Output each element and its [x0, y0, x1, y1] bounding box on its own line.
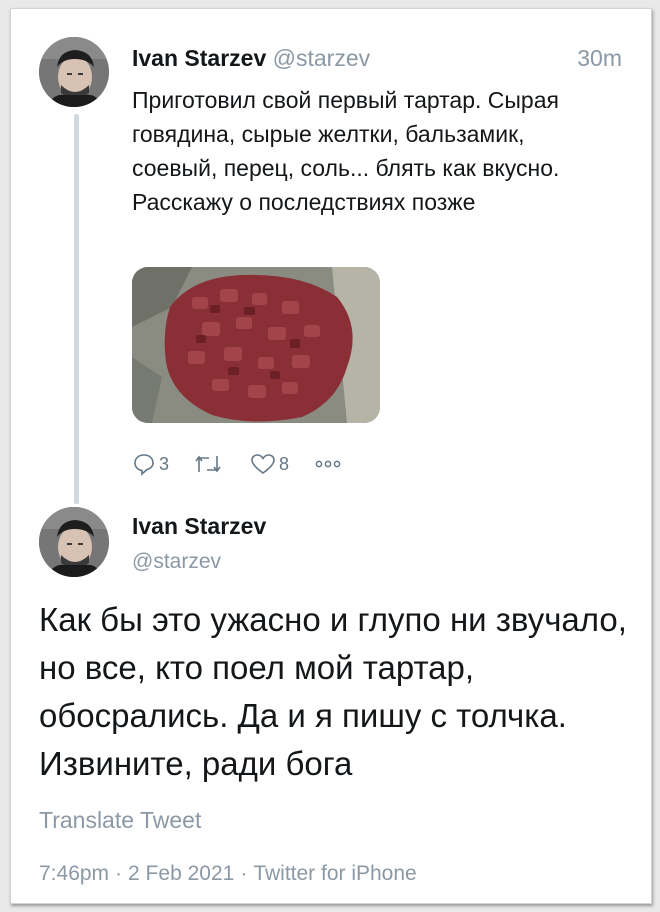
thread-connector-line	[74, 114, 79, 504]
reply-button[interactable]: 3	[132, 452, 169, 476]
tweet-text: Как бы это ужасно и глупо ни звучало, но…	[39, 601, 627, 782]
tweet-metadata: 7:46pm · 2 Feb 2021 · Twitter for iPhone	[39, 860, 417, 888]
avatar[interactable]	[39, 507, 109, 577]
tweet-thread-card: Ivan Starzev @starzev 30m Приготовил сво…	[10, 8, 652, 904]
more-button[interactable]	[313, 452, 343, 476]
author-name[interactable]: Ivan Starzev	[132, 45, 266, 71]
tweet-header: Ivan Starzev @starzev 30m	[132, 43, 622, 73]
tweet-timestamp[interactable]: 30m	[577, 43, 622, 73]
tweet-time[interactable]: 7:46pm	[39, 862, 109, 885]
more-icon	[315, 460, 341, 468]
translate-tweet-link[interactable]: Translate Tweet	[39, 805, 201, 835]
tweet-source[interactable]: Twitter for iPhone	[253, 862, 416, 885]
retweet-button[interactable]	[193, 452, 226, 476]
retweet-icon	[195, 455, 221, 473]
reply-icon	[134, 454, 154, 476]
separator-dot: ·	[115, 862, 123, 885]
author-handle[interactable]: @starzev	[132, 548, 221, 576]
separator-dot: ·	[240, 862, 248, 885]
like-button[interactable]: 8	[250, 452, 289, 476]
avatar[interactable]	[39, 37, 109, 107]
author-handle[interactable]: @starzev	[273, 45, 370, 71]
like-count: 8	[279, 453, 290, 474]
tweet-date[interactable]: 2 Feb 2021	[128, 862, 234, 885]
heart-icon	[251, 454, 275, 474]
author-name[interactable]: Ivan Starzev	[132, 511, 266, 541]
tweet-photo[interactable]	[132, 267, 380, 423]
reply-count: 3	[159, 453, 170, 474]
tweet-text: Приготовил свой первый тартар. Сырая гов…	[132, 87, 560, 215]
tweet-actions: 3 8	[132, 449, 367, 479]
